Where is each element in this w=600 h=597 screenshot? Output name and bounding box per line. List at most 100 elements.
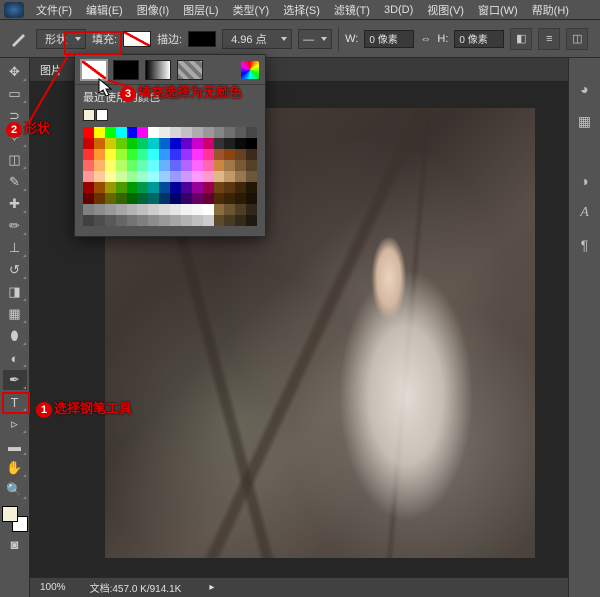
color-swatch[interactable] [246,204,257,215]
color-swatch[interactable] [116,160,127,171]
color-swatch[interactable] [192,127,203,138]
pen-tool-icon[interactable] [6,27,30,51]
color-swatch[interactable] [235,160,246,171]
color-swatch[interactable] [148,138,159,149]
color-swatch[interactable] [116,215,127,226]
color-swatch[interactable] [181,193,192,204]
color-swatch[interactable] [137,193,148,204]
eyedropper-tool[interactable]: ✎ [3,172,27,192]
color-swatch[interactable] [127,182,138,193]
color-swatch[interactable] [159,182,170,193]
color-swatch[interactable] [105,138,116,149]
color-swatch[interactable] [181,127,192,138]
menu-file[interactable]: 文件(F) [30,0,78,20]
recent-swatch[interactable] [83,109,95,121]
color-swatch[interactable] [235,215,246,226]
path-select-tool[interactable]: ▹ [3,414,27,434]
path-arrange-icon[interactable]: ◫ [566,28,588,50]
color-swatch[interactable] [170,215,181,226]
color-swatch[interactable] [203,149,214,160]
color-swatch[interactable] [224,204,235,215]
color-swatch[interactable] [159,149,170,160]
color-swatch[interactable] [83,182,94,193]
color-swatch[interactable] [148,182,159,193]
color-swatch[interactable] [105,160,116,171]
color-swatch[interactable] [203,138,214,149]
menu-type[interactable]: 类型(Y) [227,0,276,20]
width-input[interactable]: 0 像素 [364,30,414,48]
color-swatch[interactable] [159,160,170,171]
menu-3d[interactable]: 3D(D) [378,2,419,18]
color-panel-icon[interactable]: ◕ [574,78,596,100]
menu-select[interactable]: 选择(S) [277,0,326,20]
color-swatch[interactable] [235,193,246,204]
fill-swatch[interactable] [123,31,151,47]
color-swatch[interactable] [246,193,257,204]
no-color-button[interactable] [81,60,107,80]
color-swatch[interactable] [159,204,170,215]
color-swatch[interactable] [235,138,246,149]
marquee-tool[interactable]: ▭ [3,84,27,104]
color-swatch[interactable] [170,160,181,171]
color-swatch[interactable] [116,182,127,193]
pattern-button[interactable] [177,60,203,80]
color-swatch[interactable] [214,204,225,215]
tool-mode-dropdown[interactable]: 形状 [36,29,86,49]
color-swatch[interactable] [127,138,138,149]
color-swatch[interactable] [159,171,170,182]
healing-tool[interactable]: ✚ [3,194,27,214]
color-wells[interactable] [2,506,28,532]
zoom-level[interactable]: 100% [40,582,66,593]
color-swatch[interactable] [94,149,105,160]
color-swatch[interactable] [127,171,138,182]
color-swatch[interactable] [116,127,127,138]
color-swatch[interactable] [83,149,94,160]
dodge-tool[interactable]: ◐ [3,348,27,368]
color-swatch[interactable] [203,215,214,226]
brush-tool[interactable]: ✏ [3,216,27,236]
color-swatch[interactable] [181,182,192,193]
color-swatch[interactable] [127,127,138,138]
color-swatch[interactable] [94,127,105,138]
color-swatch[interactable] [246,138,257,149]
color-swatch[interactable] [246,160,257,171]
color-swatch[interactable] [137,204,148,215]
color-swatch[interactable] [170,127,181,138]
color-swatch[interactable] [137,171,148,182]
lasso-tool[interactable]: ⊃ [3,106,27,126]
menu-view[interactable]: 视图(V) [421,0,470,20]
stroke-style-dropdown[interactable]: — [298,29,332,49]
color-swatch[interactable] [83,171,94,182]
color-swatch[interactable] [214,215,225,226]
color-swatch[interactable] [181,149,192,160]
paragraph-panel-icon[interactable]: ¶ [574,234,596,256]
gradient-tool[interactable]: ▦ [3,304,27,324]
color-swatch[interactable] [127,193,138,204]
color-swatch[interactable] [105,215,116,226]
color-swatch[interactable] [127,215,138,226]
color-swatch[interactable] [203,182,214,193]
color-swatch[interactable] [246,215,257,226]
color-swatch[interactable] [148,171,159,182]
color-swatch[interactable] [137,127,148,138]
color-swatch[interactable] [127,160,138,171]
color-swatch[interactable] [170,204,181,215]
color-swatch[interactable] [83,138,94,149]
color-swatch[interactable] [94,204,105,215]
color-swatch[interactable] [192,215,203,226]
shape-tool[interactable]: ▬ [3,436,27,456]
color-swatch[interactable] [83,215,94,226]
color-swatch[interactable] [203,171,214,182]
color-swatch[interactable] [203,160,214,171]
blur-tool[interactable]: ⬮ [3,326,27,346]
link-wh-icon[interactable]: ⇔ [420,33,431,45]
color-swatch[interactable] [214,149,225,160]
color-swatch[interactable] [116,204,127,215]
color-swatch[interactable] [148,160,159,171]
color-swatch[interactable] [170,149,181,160]
color-swatch[interactable] [148,149,159,160]
menu-filter[interactable]: 滤镜(T) [328,0,376,20]
crop-tool[interactable]: ◫ [3,150,27,170]
color-swatch[interactable] [127,204,138,215]
color-swatch[interactable] [83,127,94,138]
